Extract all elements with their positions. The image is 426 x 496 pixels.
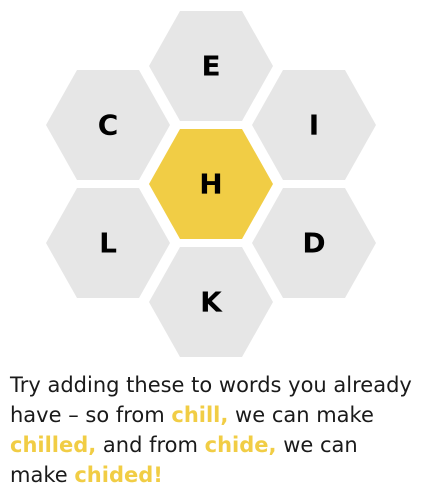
letter-lower-right: D <box>302 227 325 260</box>
hex-cell-bottom[interactable]: K <box>149 247 273 357</box>
letter-bottom: K <box>200 286 223 319</box>
hex-cell-upper-right[interactable]: I <box>252 70 376 180</box>
tip-text-2: we can make <box>228 403 374 427</box>
letter-upper-left: C <box>98 109 119 142</box>
hex-cell-upper-left[interactable]: C <box>46 70 170 180</box>
letter-center: H <box>199 168 222 201</box>
example-word-chilled: chilled, <box>10 433 97 457</box>
tip-text-3: and from <box>96 433 205 457</box>
hex-cell-lower-left[interactable]: L <box>46 188 170 298</box>
example-word-chill: chill, <box>171 403 229 427</box>
letter-top: E <box>201 50 220 83</box>
letter-upper-right: I <box>309 109 319 142</box>
letter-lower-left: L <box>99 227 117 260</box>
example-word-chide: chide, <box>204 433 277 457</box>
tip-paragraph: Try adding these to words you already ha… <box>10 370 422 490</box>
honeycomb-board: E C I H L D K <box>46 11 376 357</box>
hex-cell-top[interactable]: E <box>149 11 273 121</box>
hex-cell-center[interactable]: H <box>149 129 273 239</box>
example-word-chided: chided! <box>74 463 163 487</box>
hex-cell-lower-right[interactable]: D <box>252 188 376 298</box>
